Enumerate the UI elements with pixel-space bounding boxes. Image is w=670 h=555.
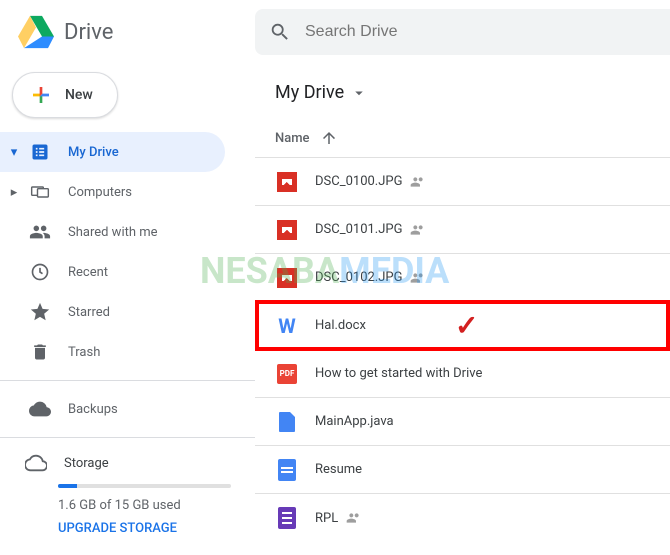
file-file-icon bbox=[275, 410, 299, 434]
sidebar-item-trash[interactable]: Trash bbox=[0, 332, 225, 372]
form-file-icon bbox=[275, 506, 299, 530]
file-name: RPL bbox=[315, 511, 338, 526]
nav-label: Starred bbox=[68, 305, 110, 320]
checkmark-annotation-icon: ✓ bbox=[455, 309, 478, 342]
new-button[interactable]: New bbox=[12, 72, 118, 118]
image-file-icon bbox=[275, 266, 299, 290]
caret-down-icon bbox=[350, 84, 368, 102]
file-row[interactable]: RPL bbox=[255, 494, 670, 542]
file-row[interactable]: W Hal.docx ✓ bbox=[255, 302, 670, 350]
trash-icon bbox=[28, 340, 52, 364]
clock-icon bbox=[28, 260, 52, 284]
storage-bar bbox=[58, 484, 231, 488]
drive-logo-icon bbox=[18, 14, 54, 50]
shared-icon bbox=[410, 174, 426, 190]
search-icon bbox=[269, 21, 291, 43]
file-row[interactable]: MainApp.java bbox=[255, 398, 670, 446]
sidebar-item-my-drive[interactable]: ▾ My Drive bbox=[0, 132, 225, 172]
sort-ascending-icon bbox=[320, 129, 338, 147]
cloud-filled-icon bbox=[28, 397, 52, 421]
doc-file-icon bbox=[275, 458, 299, 482]
cloud-outline-icon bbox=[24, 452, 48, 474]
file-name: DSC_0100.JPG bbox=[315, 174, 402, 189]
divider bbox=[0, 437, 255, 438]
file-row[interactable]: PDF How to get started with Drive bbox=[255, 350, 670, 398]
file-row[interactable]: DSC_0101.JPG bbox=[255, 206, 670, 254]
storage-section: Storage 1.6 GB of 15 GB used UPGRADE STO… bbox=[0, 446, 255, 548]
column-header-name[interactable]: Name bbox=[255, 119, 670, 158]
new-button-label: New bbox=[65, 87, 93, 103]
file-name: DSC_0101.JPG bbox=[315, 222, 402, 237]
computers-icon bbox=[28, 180, 52, 204]
search-input[interactable] bbox=[305, 23, 670, 41]
storage-fill bbox=[58, 484, 77, 488]
plus-icon bbox=[29, 83, 53, 107]
nav-label: Trash bbox=[68, 345, 100, 360]
image-file-icon bbox=[275, 218, 299, 242]
sidebar-item-backups[interactable]: Backups bbox=[0, 389, 225, 429]
word-file-icon: W bbox=[275, 314, 299, 338]
image-file-icon bbox=[275, 170, 299, 194]
app-name: Drive bbox=[64, 20, 113, 45]
pdf-file-icon: PDF bbox=[275, 362, 299, 386]
shared-icon bbox=[346, 510, 362, 526]
file-row[interactable]: Resume bbox=[255, 446, 670, 494]
sidebar-item-shared-with-me[interactable]: Shared with me bbox=[0, 212, 225, 252]
nav-label: My Drive bbox=[68, 145, 119, 160]
file-row[interactable]: DSC_0102.JPG bbox=[255, 254, 670, 302]
shared-icon bbox=[410, 270, 426, 286]
sidebar-item-computers[interactable]: ▸ Computers bbox=[0, 172, 225, 212]
nav-label: Computers bbox=[68, 185, 132, 200]
file-name: DSC_0102.JPG bbox=[315, 270, 402, 285]
shared-icon bbox=[410, 222, 426, 238]
drive-icon bbox=[28, 140, 52, 164]
expand-toggle-icon[interactable]: ▸ bbox=[8, 185, 20, 200]
file-name: Resume bbox=[315, 462, 362, 477]
people-icon bbox=[28, 220, 52, 244]
file-row[interactable]: DSC_0100.JPG bbox=[255, 158, 670, 206]
sidebar-item-starred[interactable]: Starred bbox=[0, 292, 225, 332]
upgrade-storage-link[interactable]: UPGRADE STORAGE bbox=[58, 521, 231, 536]
breadcrumb[interactable]: My Drive bbox=[255, 82, 670, 103]
search-bar[interactable] bbox=[255, 9, 670, 55]
sidebar-item-recent[interactable]: Recent bbox=[0, 252, 225, 292]
logo-section[interactable]: Drive bbox=[0, 14, 255, 50]
file-name: Hal.docx bbox=[315, 318, 366, 333]
expand-toggle-icon[interactable]: ▾ bbox=[8, 145, 20, 160]
file-name: MainApp.java bbox=[315, 414, 394, 429]
breadcrumb-label: My Drive bbox=[275, 82, 344, 103]
storage-label-row[interactable]: Storage bbox=[24, 452, 231, 474]
nav-label: Shared with me bbox=[68, 225, 158, 240]
divider bbox=[0, 380, 255, 381]
nav-label: Recent bbox=[68, 265, 108, 280]
star-icon bbox=[28, 300, 52, 324]
file-name: How to get started with Drive bbox=[315, 366, 482, 381]
storage-used-text: 1.6 GB of 15 GB used bbox=[58, 498, 231, 513]
